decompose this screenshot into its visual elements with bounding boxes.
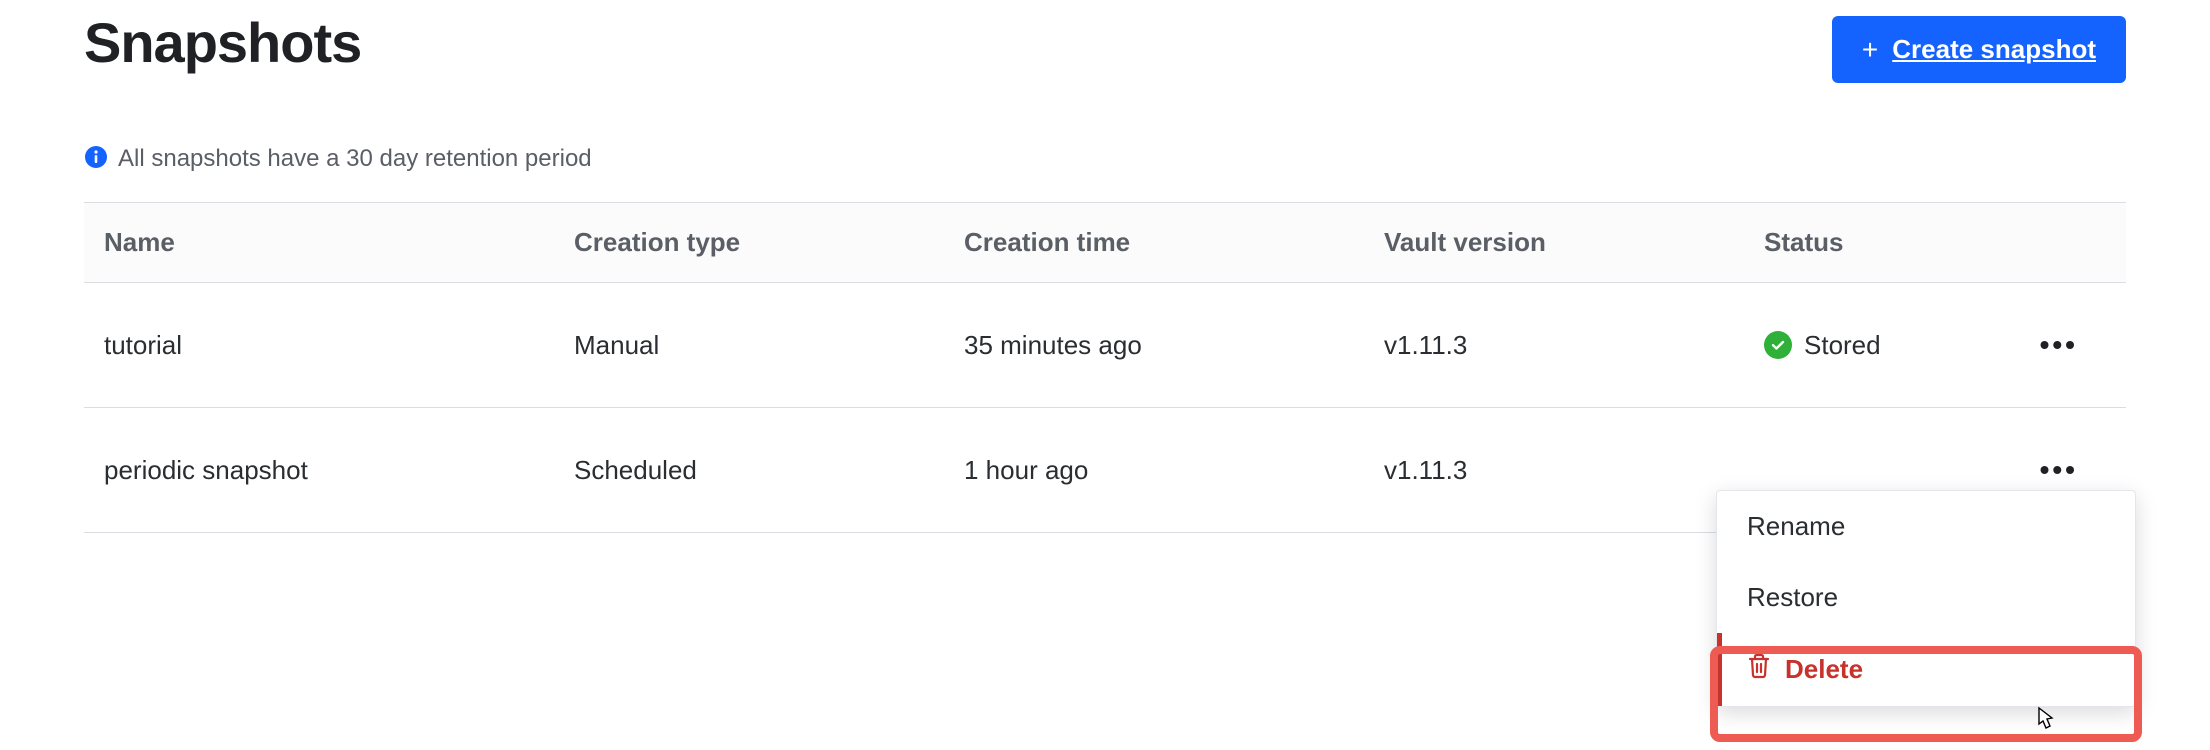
menu-item-label: Rename: [1747, 511, 1845, 542]
col-creation-time: Creation time: [944, 203, 1364, 283]
row-context-menu: Rename Restore Delete: [1716, 490, 2136, 707]
menu-item-restore[interactable]: Restore: [1717, 562, 2135, 633]
status-label: Stored: [1804, 330, 1881, 361]
col-vault-version: Vault version: [1364, 203, 1744, 283]
menu-item-delete[interactable]: Delete: [1717, 633, 2135, 706]
info-icon: [84, 145, 108, 174]
cell-creation-type: Scheduled: [554, 408, 944, 533]
plus-icon: +: [1862, 36, 1878, 64]
menu-item-rename[interactable]: Rename: [1717, 491, 2135, 562]
col-creation-type: Creation type: [554, 203, 944, 283]
cell-name: tutorial: [84, 283, 554, 408]
menu-item-label: Restore: [1747, 582, 1838, 613]
cell-creation-time: 1 hour ago: [944, 408, 1364, 533]
table-row: tutorial Manual 35 minutes ago v1.11.3 S…: [84, 283, 2126, 408]
cell-name: periodic snapshot: [84, 408, 554, 533]
page-title: Snapshots: [84, 10, 361, 75]
col-actions: [2006, 203, 2126, 283]
col-status: Status: [1744, 203, 2006, 283]
info-text: All snapshots have a 30 day retention pe…: [118, 143, 592, 174]
create-snapshot-button[interactable]: + Create snapshot: [1832, 16, 2126, 83]
cursor-pointer-icon: [2030, 706, 2058, 743]
cell-creation-time: 35 minutes ago: [944, 283, 1364, 408]
info-banner: All snapshots have a 30 day retention pe…: [84, 143, 644, 174]
check-circle-icon: [1764, 331, 1792, 359]
row-actions-menu-button[interactable]: •••: [2040, 329, 2078, 361]
create-snapshot-label: Create snapshot: [1892, 34, 2096, 65]
menu-item-label: Delete: [1785, 654, 1863, 685]
cell-creation-type: Manual: [554, 283, 944, 408]
trash-icon: [1747, 653, 1771, 686]
col-name: Name: [84, 203, 554, 283]
cell-vault-version: v1.11.3: [1364, 283, 1744, 408]
row-actions-menu-button[interactable]: •••: [2040, 454, 2078, 486]
cell-vault-version: v1.11.3: [1364, 408, 1744, 533]
cell-status: Stored: [1744, 283, 2006, 408]
snapshots-table: Name Creation type Creation time Vault v…: [84, 202, 2126, 533]
